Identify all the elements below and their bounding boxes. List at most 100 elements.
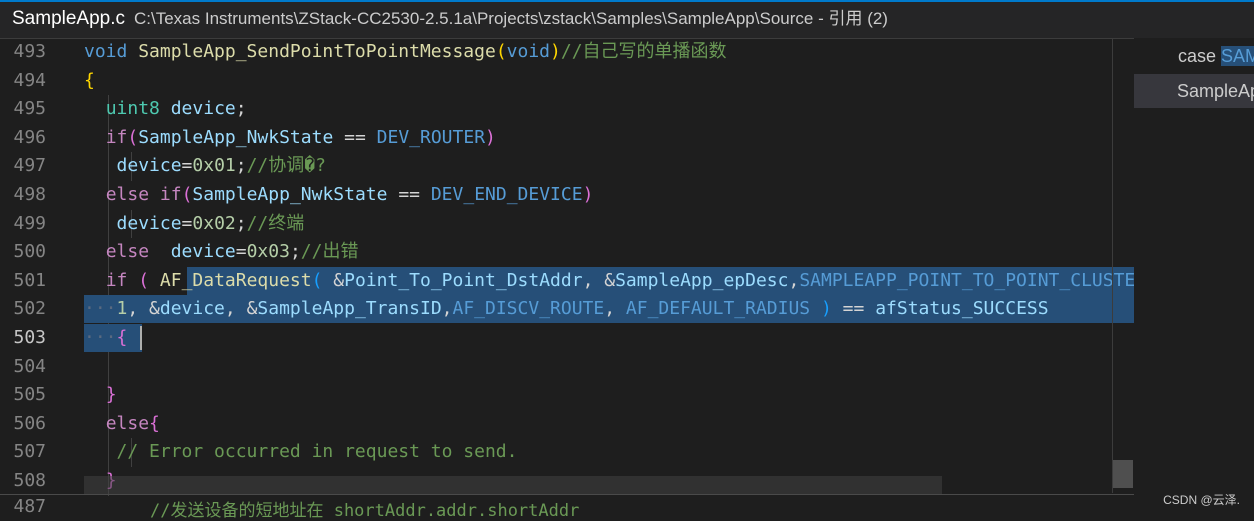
code-token: //自己写的单播函数 <box>560 41 727 62</box>
peek-next-line: //发送设备的短地址在 shortAddr.addr.shortAddr <box>150 501 580 521</box>
line-number: 504 <box>13 355 46 377</box>
code-token: device <box>159 298 225 320</box>
code-token: device <box>170 241 236 263</box>
code-token: Point_To_Point_DstAddr <box>344 269 583 291</box>
code-token: SampleApp_epDesc <box>615 269 789 291</box>
code-token: //终端 <box>246 212 305 234</box>
vertical-scrollbar-thumb[interactable] <box>1113 460 1133 488</box>
code-token: AF_DataRequest <box>159 269 312 291</box>
code-token: ; <box>235 212 247 234</box>
file-path-text: C:\Texas Instruments\ZStack-CC2530-2.5.1… <box>134 9 814 28</box>
code-token: if <box>159 184 182 205</box>
code-token: == <box>333 126 377 148</box>
code-token: , & <box>582 269 616 291</box>
code-token: //出错 <box>300 241 359 263</box>
code-line[interactable]: ···1, &device, &SampleApp_TransID,AF_DIS… <box>84 295 1049 323</box>
code-token: ) <box>820 298 832 320</box>
line-number: 501 <box>13 269 46 291</box>
code-token: SampleApp_SendPointToPointMessage <box>138 41 496 62</box>
line-number: 493 <box>13 41 46 62</box>
code-token: { <box>149 412 160 434</box>
code-token: & <box>333 269 345 291</box>
code-editor[interactable]: 493 494 495 496 497 498 499 500 501 502 503 504 505 5… <box>0 38 1134 515</box>
code-token: void <box>84 41 139 62</box>
code-line[interactable]: if(SampleApp_NwkState == DEV_ROUTER) <box>84 124 496 152</box>
code-token: if <box>105 126 128 148</box>
code-token: 0x03 <box>246 241 290 263</box>
references-panel[interactable]: case SAMPLEAPP_POINT_TO_POINT_CLUSTERID:… <box>1134 38 1254 515</box>
peek-line-number: 487 <box>13 496 46 517</box>
code-token: { <box>116 327 128 348</box>
code-token: = <box>181 155 193 177</box>
line-number: 503 <box>13 327 46 348</box>
code-line[interactable]: else device=0x03;//出错 <box>84 238 359 266</box>
code-token: SampleApp_NwkState <box>192 184 388 205</box>
code-token: = <box>181 212 193 234</box>
line-number: 499 <box>13 212 46 234</box>
code-token: ; <box>235 98 247 120</box>
horizontal-scrollbar[interactable] <box>84 476 942 494</box>
peek-divider <box>0 494 1134 495</box>
code-token: else <box>105 412 150 434</box>
line-number: 500 <box>13 241 46 263</box>
code-token: ( <box>495 41 507 62</box>
code-line[interactable]: device=0x02;//终端 <box>84 210 305 238</box>
code-token: , <box>604 298 626 320</box>
code-token: ) <box>582 184 594 205</box>
code-token: afStatus_SUCCESS <box>875 298 1049 320</box>
reference-match: SAMPLEAPP_POINT_TO_POINT_CLUSTERID: <box>1221 46 1254 66</box>
code-token: AF_DEFAULT_RADIUS <box>625 298 821 320</box>
line-number: 497 <box>13 155 46 177</box>
code-token: AF_DISCV_ROUTE <box>452 298 605 320</box>
line-number: 494 <box>13 69 46 91</box>
code-token: , <box>441 298 453 320</box>
line-number: 496 <box>13 126 46 148</box>
file-name-tab[interactable]: SampleApp.c <box>0 0 131 37</box>
code-token: void <box>506 41 551 62</box>
code-token: ; <box>235 155 247 177</box>
code-token: ··· <box>84 327 117 348</box>
code-token: SampleApp_TransID <box>257 298 442 320</box>
line-number: 505 <box>13 384 46 406</box>
code-token: ) <box>550 41 561 62</box>
line-number: 498 <box>13 184 46 205</box>
code-token: device <box>116 155 182 177</box>
code-token: device <box>116 212 182 234</box>
code-line[interactable]: // Error occurred in request to send. <box>84 438 518 466</box>
code-line[interactable]: uint8 device; <box>84 95 247 123</box>
code-token: ( <box>181 184 193 205</box>
line-number-gutter: 493 494 495 496 497 498 499 500 501 502 503 504 505 5… <box>0 38 84 515</box>
code-token: else <box>105 184 160 205</box>
code-line[interactable]: else if(SampleApp_NwkState == DEV_END_DE… <box>84 181 594 209</box>
code-line[interactable]: else{ <box>84 410 160 438</box>
line-number: 502 <box>13 298 46 320</box>
code-token: 0x02 <box>192 212 236 234</box>
code-token: ; <box>289 241 301 263</box>
code-area[interactable]: void SampleApp_SendPointToPointMessage(v… <box>84 38 1134 515</box>
code-token: ··· <box>84 298 117 320</box>
line-number: 507 <box>13 441 46 463</box>
code-token: //协调�? <box>246 155 326 177</box>
reference-item[interactable]: SampleApp_SendPointToPointMessage(); <box>1134 74 1254 108</box>
code-line[interactable]: void SampleApp_SendPointToPointMessage(v… <box>84 38 727 66</box>
code-token: ( <box>127 126 139 148</box>
code-line[interactable]: ···{ <box>84 324 127 352</box>
code-token: { <box>84 69 95 91</box>
line-number: 495 <box>13 98 46 120</box>
reference-item[interactable]: case SAMPLEAPP_POINT_TO_POINT_CLUSTERID: <box>1134 39 1254 73</box>
code-token: == <box>387 184 431 205</box>
code-line[interactable]: { <box>84 67 95 95</box>
code-line[interactable]: if ( AF_DataRequest( &Point_To_Point_Dst… <box>84 267 1134 295</box>
code-line[interactable]: device=0x01;//协调�? <box>84 152 326 180</box>
code-token: DEV_END_DEVICE <box>430 184 583 205</box>
code-line[interactable]: } <box>84 381 117 409</box>
reference-text: case <box>1178 46 1222 66</box>
vertical-scrollbar[interactable] <box>1112 38 1135 493</box>
code-token: device <box>170 98 236 120</box>
code-token: if <box>105 269 139 291</box>
